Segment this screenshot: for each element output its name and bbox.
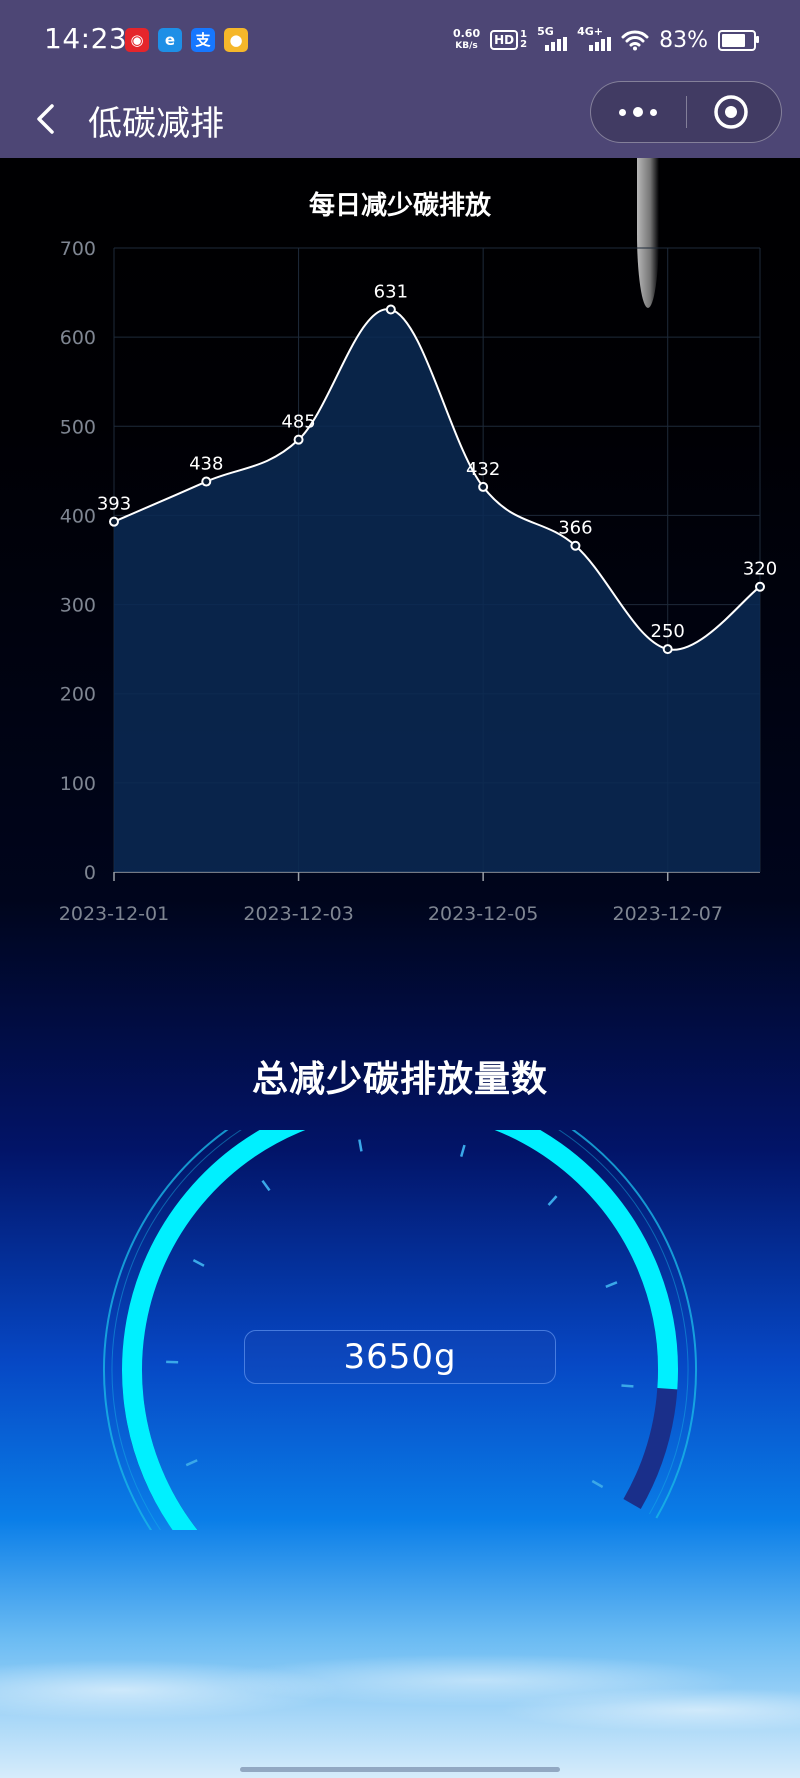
target-close-icon [714, 95, 748, 129]
pet-app-icon: ● [224, 28, 248, 52]
hd-badge: HD [490, 30, 519, 50]
data-point [385, 304, 396, 315]
gauge-tick [192, 1259, 205, 1267]
y-tick-label: 700 [60, 238, 96, 260]
gauge-tick [459, 1144, 466, 1157]
gauge-tick [185, 1459, 198, 1467]
clouds-decoration [0, 1620, 800, 1778]
data-label: 631 [374, 282, 408, 303]
y-tick-label: 600 [60, 327, 96, 349]
hd-indicator: HD 1 2 [490, 30, 527, 50]
status-time: 14:23 [44, 22, 128, 55]
network-speed: 0.60 KB/s [453, 28, 480, 52]
data-label: 485 [281, 412, 315, 433]
netease-music-icon: ◉ [125, 28, 149, 52]
data-label: 432 [466, 459, 500, 480]
gauge-tick [605, 1281, 618, 1288]
status-bar: 14:23 ◉ e 支 ● 0.60 KB/s HD 1 2 5G 4G+ 83% [0, 0, 800, 80]
wifi-icon [621, 30, 649, 51]
more-dot-icon [619, 109, 626, 116]
nav-bar: 低碳减排 [0, 80, 800, 158]
daily-reduction-chart: 每日减少碳排放 0 100 200 300 400 500 600 700 2023-12-0… [59, 190, 777, 925]
gauge-tick [547, 1195, 558, 1206]
y-axis-ticks: 0 100 200 300 400 500 600 700 [60, 238, 96, 884]
network-speed-unit: KB/s [455, 41, 478, 51]
data-point [109, 516, 119, 527]
x-tick-label: 2023-12-03 [243, 903, 353, 925]
battery-icon [718, 29, 759, 51]
y-tick-label: 100 [60, 773, 96, 795]
signal-4g-label: 4G+ [577, 25, 603, 38]
x-tick-label: 2023-12-07 [613, 903, 723, 925]
back-button[interactable] [24, 94, 74, 144]
data-label: 393 [97, 494, 131, 515]
mini-program-capsule [590, 81, 782, 143]
close-button[interactable] [687, 82, 781, 142]
data-point [201, 476, 212, 487]
gauge-tick [591, 1479, 604, 1489]
data-point [570, 540, 581, 551]
gauge-tick [261, 1179, 271, 1192]
signal-5g-icon: 5G [537, 25, 568, 51]
data-point [755, 581, 765, 592]
page-title: 低碳减排 [88, 104, 224, 144]
total-title: 总减少碳排放量数 [251, 1059, 548, 1100]
chart-area-fill [114, 309, 760, 872]
gauge-tick [358, 1139, 363, 1152]
y-tick-label: 200 [60, 684, 96, 706]
data-point [662, 644, 673, 655]
data-label: 438 [189, 454, 223, 475]
battery-percent: 83% [659, 27, 708, 53]
sim2-label: 2 [520, 39, 528, 50]
y-tick-label: 0 [84, 862, 96, 884]
network-speed-value: 0.60 [452, 27, 481, 40]
more-dot-icon [633, 107, 643, 117]
signal-5g-label: 5G [537, 25, 554, 38]
data-label: 320 [743, 559, 777, 580]
more-dot-icon [650, 109, 657, 116]
battery-fill [722, 33, 746, 47]
y-tick-label: 400 [60, 505, 96, 527]
data-point [293, 434, 304, 445]
status-indicators: 0.60 KB/s HD 1 2 5G 4G+ 83% [453, 22, 759, 58]
chevron-left-icon [37, 104, 54, 134]
y-tick-label: 300 [60, 595, 96, 617]
x-axis-ticks: 2023-12-01 2023-12-03 2023-12-05 2023-12-07 [59, 872, 723, 925]
chart-title: 每日减少碳排放 [309, 190, 492, 221]
y-tick-label: 500 [60, 416, 96, 438]
data-label: 250 [651, 621, 685, 642]
browser-icon: e [158, 28, 182, 52]
total-value: 3650g [244, 1330, 556, 1384]
x-tick-label: 2023-12-01 [59, 903, 169, 925]
data-point [478, 481, 489, 492]
gauge-tick [621, 1384, 634, 1388]
more-button[interactable] [591, 82, 686, 142]
data-label: 366 [558, 518, 592, 539]
x-tick-label: 2023-12-05 [428, 903, 538, 925]
signal-4g-icon: 4G+ [577, 25, 612, 51]
alipay-icon: 支 [191, 28, 215, 52]
home-indicator[interactable] [240, 1767, 560, 1772]
